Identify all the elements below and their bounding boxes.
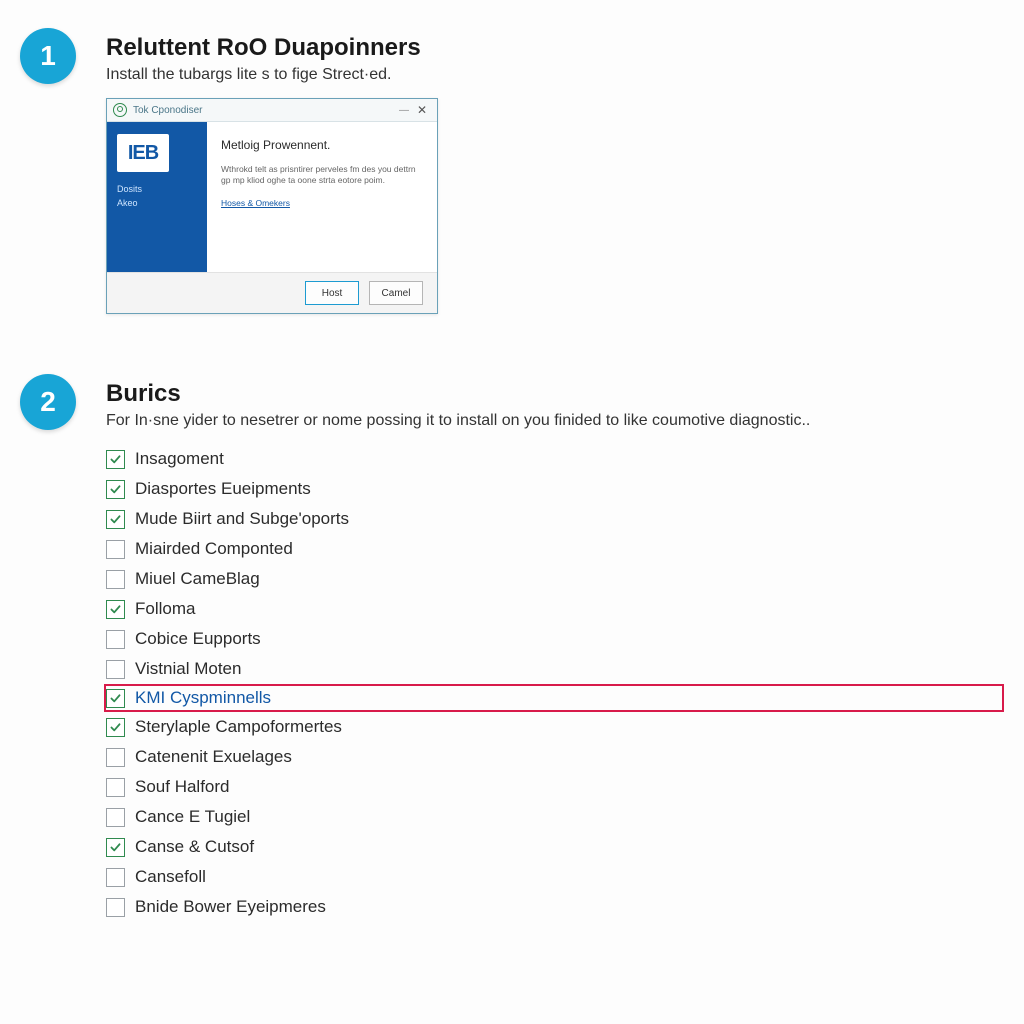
- checklist-item-label: Souf Halford: [135, 777, 230, 797]
- checkbox-icon[interactable]: [106, 630, 125, 649]
- checklist-item-label: Insagoment: [135, 449, 224, 469]
- dialog-titlebar: Tok Cponodiser — ✕: [107, 99, 437, 122]
- checklist-item-label: Cance E Tugiel: [135, 807, 250, 827]
- checkbox-icon[interactable]: [106, 778, 125, 797]
- step-1: 1 Reluttent RoO Duapoinners Install the …: [20, 28, 1004, 314]
- checklist-item[interactable]: Vistnial Moten: [106, 654, 1004, 684]
- checklist-item-label: Miairded Componted: [135, 539, 293, 559]
- checklist-item[interactable]: Miairded Componted: [106, 534, 1004, 564]
- checkbox-icon[interactable]: [106, 450, 125, 469]
- checklist-item-label: Catenenit Exuelages: [135, 747, 292, 767]
- checkbox-icon[interactable]: [106, 660, 125, 679]
- checkbox-icon[interactable]: [106, 600, 125, 619]
- checkbox-icon[interactable]: [106, 718, 125, 737]
- checklist-item-label: Sterylaple Campoformertes: [135, 717, 342, 737]
- checkbox-icon[interactable]: [106, 540, 125, 559]
- step-2-body: Burics For In·sne yider to nesetrer or n…: [106, 374, 1004, 922]
- step-1-subtitle: Install the tubargs lite s to fige Strec…: [106, 66, 1004, 84]
- checklist-item-label: KMI Cyspminnells: [135, 688, 271, 708]
- checkbox-icon[interactable]: [106, 748, 125, 767]
- checkbox-icon[interactable]: [106, 689, 125, 708]
- checklist-item[interactable]: KMI Cyspminnells: [104, 684, 1004, 712]
- checklist-item[interactable]: Catenenit Exuelages: [106, 742, 1004, 772]
- checklist-item[interactable]: Folloma: [106, 594, 1004, 624]
- dialog-sidebar: IEB Dosits Akeo: [107, 122, 207, 272]
- dialog-link[interactable]: Hoses & Omekers: [221, 198, 290, 208]
- checklist-item-label: Diasportes Eueipments: [135, 479, 311, 499]
- dialog-body-text: Wthrokd telt as prisntirer perveles fm d…: [221, 164, 423, 187]
- dialog-app-icon: [113, 103, 127, 117]
- checklist-item-label: Miuel CameBlag: [135, 569, 260, 589]
- checklist-item[interactable]: Sterylaple Campoformertes: [106, 712, 1004, 742]
- checklist-item[interactable]: Canse & Cutsof: [106, 832, 1004, 862]
- dialog-logo: IEB: [117, 134, 169, 172]
- checklist-item-label: Cobice Eupports: [135, 629, 261, 649]
- checkbox-icon[interactable]: [106, 898, 125, 917]
- checklist-item[interactable]: Insagoment: [106, 444, 1004, 474]
- next-button[interactable]: Host: [305, 281, 359, 305]
- checklist-item-label: Mude Biirt and Subge'oports: [135, 509, 349, 529]
- checklist-item[interactable]: Diasportes Eueipments: [106, 474, 1004, 504]
- step-1-title: Reluttent RoO Duapoinners: [106, 34, 1004, 62]
- step-2: 2 Burics For In·sne yider to nesetrer or…: [20, 374, 1004, 922]
- checkbox-icon[interactable]: [106, 570, 125, 589]
- checklist-item[interactable]: Cance E Tugiel: [106, 802, 1004, 832]
- dialog-title: Tok Cponodiser: [133, 105, 202, 116]
- close-icon[interactable]: ✕: [413, 103, 431, 117]
- feature-checklist: Insagoment Diasportes Eueipments Mude Biir…: [106, 444, 1004, 922]
- cancel-button[interactable]: Camel: [369, 281, 423, 305]
- checkbox-icon[interactable]: [106, 838, 125, 857]
- step-2-subtitle: For In·sne yider to nesetrer or nome pos…: [106, 412, 1004, 430]
- dialog-content: Metloig Prowennent. Wthrokd telt as pris…: [207, 122, 437, 272]
- checkbox-icon[interactable]: [106, 868, 125, 887]
- dialog-heading: Metloig Prowennent.: [221, 138, 423, 152]
- step-2-title: Burics: [106, 380, 1004, 408]
- minimize-icon[interactable]: —: [395, 105, 413, 116]
- dialog-footer: Host Camel: [107, 272, 437, 313]
- step-number-badge: 2: [20, 374, 76, 430]
- checklist-item[interactable]: Miuel CameBlag: [106, 564, 1004, 594]
- checklist-item-label: Cansefoll: [135, 867, 206, 887]
- checkbox-icon[interactable]: [106, 808, 125, 827]
- checklist-item[interactable]: Souf Halford: [106, 772, 1004, 802]
- checklist-item-label: Bnide Bower Eyeipmeres: [135, 897, 326, 917]
- checkbox-icon[interactable]: [106, 510, 125, 529]
- checklist-item-label: Canse & Cutsof: [135, 837, 254, 857]
- checklist-item[interactable]: Cansefoll: [106, 862, 1004, 892]
- checklist-item[interactable]: Mude Biirt and Subge'oports: [106, 504, 1004, 534]
- checklist-item-label: Folloma: [135, 599, 195, 619]
- installer-dialog: Tok Cponodiser — ✕ IEB Dosits Akeo Metlo…: [106, 98, 438, 314]
- step-1-body: Reluttent RoO Duapoinners Install the tu…: [106, 28, 1004, 314]
- dialog-side-link-1[interactable]: Dosits: [117, 184, 197, 194]
- checklist-item[interactable]: Cobice Eupports: [106, 624, 1004, 654]
- checklist-item-label: Vistnial Moten: [135, 659, 241, 679]
- checkbox-icon[interactable]: [106, 480, 125, 499]
- step-number-badge: 1: [20, 28, 76, 84]
- dialog-side-link-2[interactable]: Akeo: [117, 198, 197, 208]
- checklist-item[interactable]: Bnide Bower Eyeipmeres: [106, 892, 1004, 922]
